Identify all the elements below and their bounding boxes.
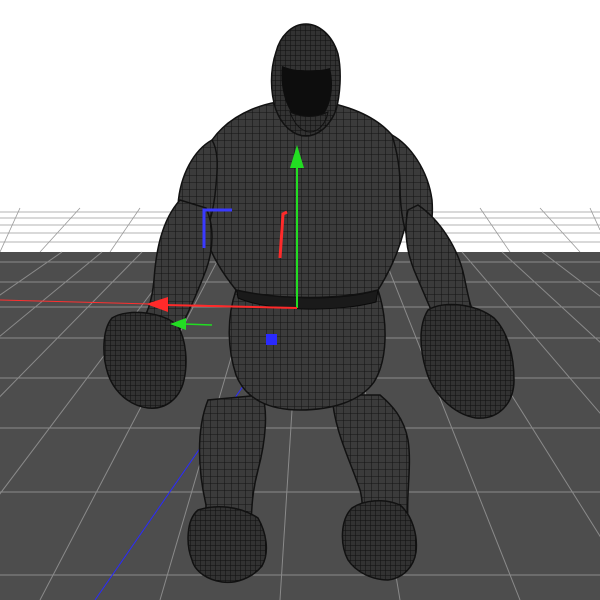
left-foot[interactable]	[187, 505, 268, 584]
3d-viewport[interactable]	[0, 0, 600, 600]
local-y-helper-shaft	[183, 323, 213, 326]
viewport-canvas[interactable]	[0, 0, 600, 600]
z-axis-handle-icon[interactable]	[266, 334, 277, 345]
